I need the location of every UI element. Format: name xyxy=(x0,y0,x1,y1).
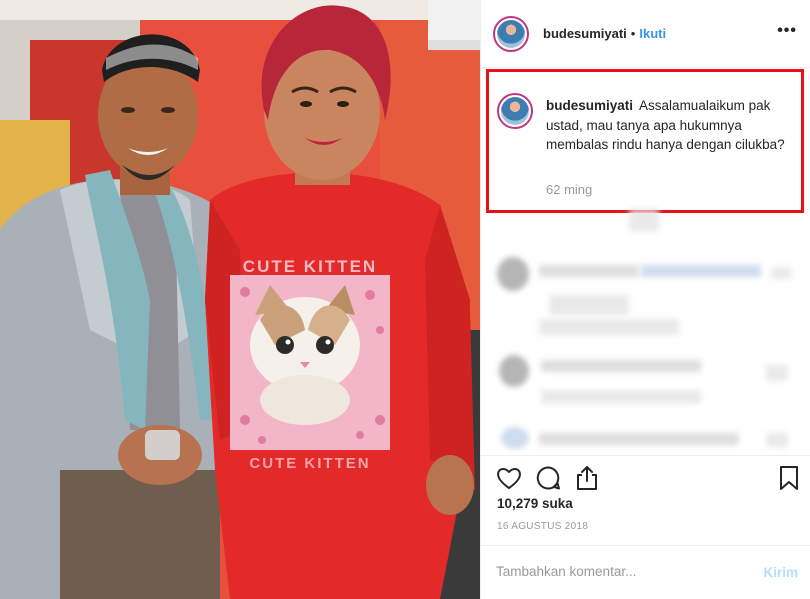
comment-username[interactable]: budesumiyati xyxy=(546,98,633,113)
comment-body: budesumiyati Assalamualaikum pak ustad, … xyxy=(546,96,796,155)
comment-input[interactable] xyxy=(496,564,746,579)
speech-bubble-icon[interactable] xyxy=(534,464,562,492)
post-actions xyxy=(481,455,810,495)
post-photo-illustration: CUTE KITTEN CUTE KITTEN xyxy=(0,0,480,599)
post-photo[interactable]: CUTE KITTEN CUTE KITTEN xyxy=(0,0,480,599)
highlighted-comment: budesumiyati Assalamualaikum pak ustad, … xyxy=(486,69,804,213)
ellipsis-icon[interactable]: ••• xyxy=(777,22,797,40)
bookmark-icon[interactable] xyxy=(775,464,803,492)
blurred-avatar-2 xyxy=(499,355,529,387)
heart-icon[interactable] xyxy=(495,464,523,492)
blurred-avatar-3 xyxy=(501,427,529,449)
post-date[interactable]: 16 AGUSTUS 2018 xyxy=(497,521,588,532)
comment-timestamp[interactable]: 62 ming xyxy=(546,182,592,197)
shirt-text-top: CUTE KITTEN xyxy=(243,257,377,276)
post-header: budesumiyati • Ikuti ••• xyxy=(481,0,810,68)
blurred-comments xyxy=(481,205,810,455)
like-count[interactable]: 10,279 suka xyxy=(497,496,573,511)
header-separator: • xyxy=(630,26,636,41)
blurred-avatar xyxy=(497,257,529,291)
add-comment-section: Kirim xyxy=(481,545,810,599)
author-avatar[interactable] xyxy=(493,15,529,52)
post-comment-button[interactable]: Kirim xyxy=(763,565,798,580)
share-icon[interactable] xyxy=(573,464,601,492)
post-side-panel: budesumiyati • Ikuti ••• budesumiyati As… xyxy=(480,0,810,599)
shirt-text-bottom: CUTE KITTEN xyxy=(249,455,370,472)
author-username[interactable]: budesumiyati xyxy=(543,26,627,41)
follow-button[interactable]: Ikuti xyxy=(639,26,666,41)
comment-avatar[interactable] xyxy=(497,93,533,129)
